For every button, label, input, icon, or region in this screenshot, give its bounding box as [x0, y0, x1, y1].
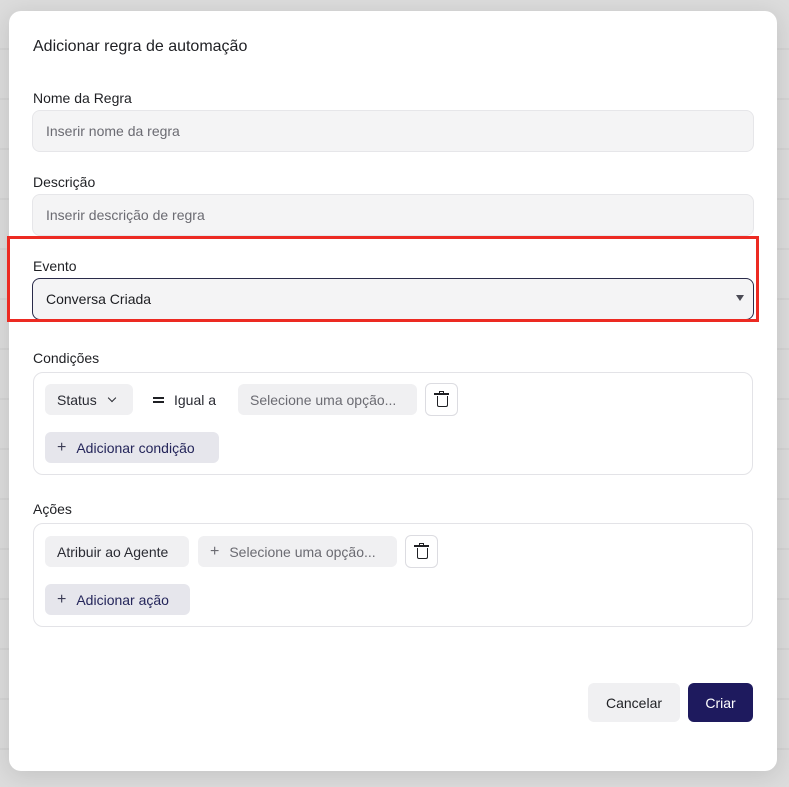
- plus-icon: +: [210, 542, 220, 560]
- action-value-select[interactable]: + Selecione uma opção...: [198, 536, 397, 567]
- action-type-select[interactable]: Atribuir ao Agente: [45, 536, 189, 567]
- event-selected-value: Conversa Criada: [46, 291, 152, 307]
- modal-title: Adicionar regra de automação: [33, 38, 248, 55]
- delete-condition-button[interactable]: [425, 383, 458, 416]
- description-placeholder: Inserir descrição de regra: [46, 207, 205, 223]
- add-condition-button[interactable]: + Adicionar condição: [45, 432, 219, 463]
- event-select[interactable]: Conversa Criada: [32, 278, 754, 320]
- equals-icon: [153, 396, 164, 403]
- action-type-value: Atribuir ao Agente: [57, 543, 169, 560]
- condition-value-placeholder: Selecione uma opção...: [250, 391, 397, 408]
- delete-action-button[interactable]: [405, 535, 438, 568]
- condition-operator-label: Igual a: [174, 391, 217, 408]
- plus-icon: +: [57, 438, 67, 456]
- condition-attribute-value: Status: [57, 391, 97, 408]
- description-label: Descrição: [33, 174, 96, 190]
- condition-operator[interactable]: Igual a: [153, 384, 216, 415]
- condition-attribute-select[interactable]: Status: [45, 384, 133, 415]
- cancel-button[interactable]: Cancelar: [588, 683, 680, 722]
- conditions-label: Condições: [33, 350, 100, 366]
- trash-icon: [434, 391, 449, 407]
- action-value-placeholder: Selecione uma opção...: [229, 543, 376, 560]
- description-input[interactable]: Inserir descrição de regra: [32, 194, 754, 236]
- plus-icon: +: [57, 590, 67, 608]
- rule-name-label: Nome da Regra: [33, 90, 132, 106]
- rule-name-input[interactable]: Inserir nome da regra: [32, 110, 754, 152]
- rule-name-placeholder: Inserir nome da regra: [46, 123, 180, 139]
- chevron-down-icon: [107, 393, 116, 402]
- actions-label: Ações: [33, 501, 72, 517]
- trash-icon: [414, 543, 429, 559]
- condition-value-select[interactable]: Selecione uma opção...: [238, 384, 417, 415]
- create-button[interactable]: Criar: [688, 683, 753, 722]
- actions-panel: Atribuir ao Agente + Selecione uma opção…: [33, 523, 753, 627]
- add-condition-label: Adicionar condição: [76, 439, 195, 456]
- add-action-button[interactable]: + Adicionar ação: [45, 584, 190, 615]
- add-action-label: Adicionar ação: [76, 591, 169, 608]
- automation-rule-modal: Adicionar regra de automação Nome da Reg…: [9, 11, 777, 771]
- conditions-panel: Status Igual a Selecione uma opção... + …: [33, 372, 753, 475]
- event-label: Evento: [33, 258, 77, 274]
- dropdown-caret-icon: [736, 295, 744, 301]
